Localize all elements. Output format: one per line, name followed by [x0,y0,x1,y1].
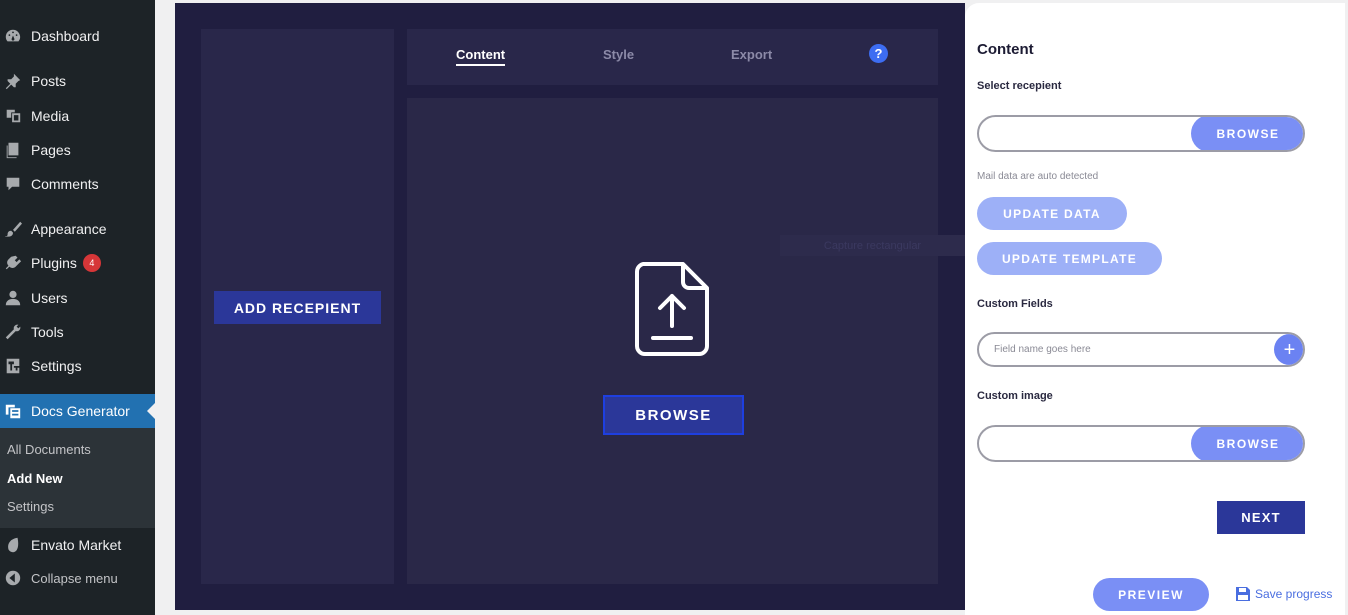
sidebar-item-label: Users [31,290,68,306]
help-icon[interactable]: ? [869,44,888,63]
panel-title: Content [977,41,1034,58]
update-template-button[interactable]: UPDATE TEMPLATE [977,242,1162,275]
sidebar-item-label: Appearance [31,221,107,237]
recipient-file-input[interactable]: BROWSE [977,115,1305,152]
brush-icon [3,219,23,239]
custom-fields-label: Custom Fields [977,298,1053,310]
preview-button[interactable]: PREVIEW [1093,578,1209,611]
custom-field-placeholder: Field name goes here [994,344,1091,355]
sidebar-item-label: Settings [31,358,82,374]
submenu-add-new[interactable]: Add New [7,471,63,486]
save-icon [1236,587,1250,601]
docs-generator-submenu: All Documents Add New Settings [0,428,155,528]
select-recipient-label: Select recepient [977,80,1062,92]
admin-sidebar: Dashboard Posts Media Pages Comments App… [0,0,155,615]
content-settings-panel: Content Select recepient BROWSE Mail dat… [965,3,1345,615]
sidebar-item-envato-market[interactable]: Envato Market [0,528,155,562]
comment-icon [3,174,23,194]
sidebar-item-docs-generator[interactable]: Docs Generator [0,394,155,428]
collapse-menu-button[interactable]: Collapse menu [0,561,155,595]
sidebar-item-label: Tools [31,324,64,340]
sidebar-item-label: Comments [31,176,99,192]
update-data-button[interactable]: UPDATE DATA [977,197,1127,230]
leaf-icon [3,535,23,555]
add-recipient-button[interactable]: ADD RECEPIENT [214,291,381,324]
docs-icon [3,401,23,421]
tab-export[interactable]: Export [731,47,772,62]
app-frame: Dashboard Posts Media Pages Comments App… [0,0,1348,615]
submenu-settings[interactable]: Settings [7,499,54,514]
auto-detect-hint: Mail data are auto detected [977,171,1099,182]
browse-image-button[interactable]: BROWSE [1191,427,1303,460]
pages-icon [3,140,23,160]
add-field-button[interactable]: + [1274,334,1303,365]
sidebar-item-label: Dashboard [31,28,100,44]
plugin-icon [3,253,23,273]
sidebar-item-tools[interactable]: Tools [0,315,155,349]
sidebar-item-users[interactable]: Users [0,281,155,315]
custom-image-input[interactable]: BROWSE [977,425,1305,462]
user-icon [3,288,23,308]
sidebar-item-label: Posts [31,73,67,89]
sidebar-item-posts[interactable]: Posts [0,64,155,98]
pin-icon [3,71,23,91]
sidebar-item-label: Docs Generator [31,403,130,419]
tab-style[interactable]: Style [603,47,634,62]
sidebar-item-label: Envato Market [31,537,122,553]
sidebar-item-plugins[interactable]: Plugins 4 [0,246,155,280]
sidebar-item-dashboard[interactable]: Dashboard [0,19,155,53]
sidebar-item-media[interactable]: Media [0,99,155,133]
save-progress-label: Save progress [1255,587,1333,601]
custom-image-label: Custom image [977,390,1053,402]
media-icon [3,106,23,126]
browse-file-button[interactable]: BROWSE [603,395,744,435]
collapse-icon [3,568,23,588]
browse-recipient-button[interactable]: BROWSE [1191,117,1303,150]
submenu-all-documents[interactable]: All Documents [7,442,91,457]
sidebar-item-appearance[interactable]: Appearance [0,212,155,246]
sidebar-item-label: Pages [31,142,71,158]
sidebar-item-pages[interactable]: Pages [0,133,155,167]
tab-content[interactable]: Content [456,47,506,66]
plugins-update-badge: 4 [82,254,101,272]
capture-overlay-label: Capture rectangular [780,235,965,256]
file-drop-area[interactable]: BROWSE [407,98,938,584]
editor-tabs: Content Style Export ? [407,29,938,85]
settings-icon [3,356,23,376]
sidebar-item-settings[interactable]: Settings [0,349,155,383]
recipient-panel: ADD RECEPIENT [201,29,394,584]
file-upload-icon [635,262,709,356]
editor-workspace: ADD RECEPIENT Content Style Export ? BRO… [175,3,965,610]
custom-field-input[interactable]: Field name goes here + [977,332,1305,367]
collapse-menu-label: Collapse menu [31,570,118,586]
sidebar-item-label: Media [31,108,70,124]
save-progress-link[interactable]: Save progress [1235,586,1332,602]
wrench-icon [3,322,23,342]
sidebar-item-comments[interactable]: Comments [0,167,155,201]
dashboard-icon [3,26,23,46]
sidebar-item-label: Plugins [31,255,77,271]
next-button[interactable]: NEXT [1217,501,1305,534]
